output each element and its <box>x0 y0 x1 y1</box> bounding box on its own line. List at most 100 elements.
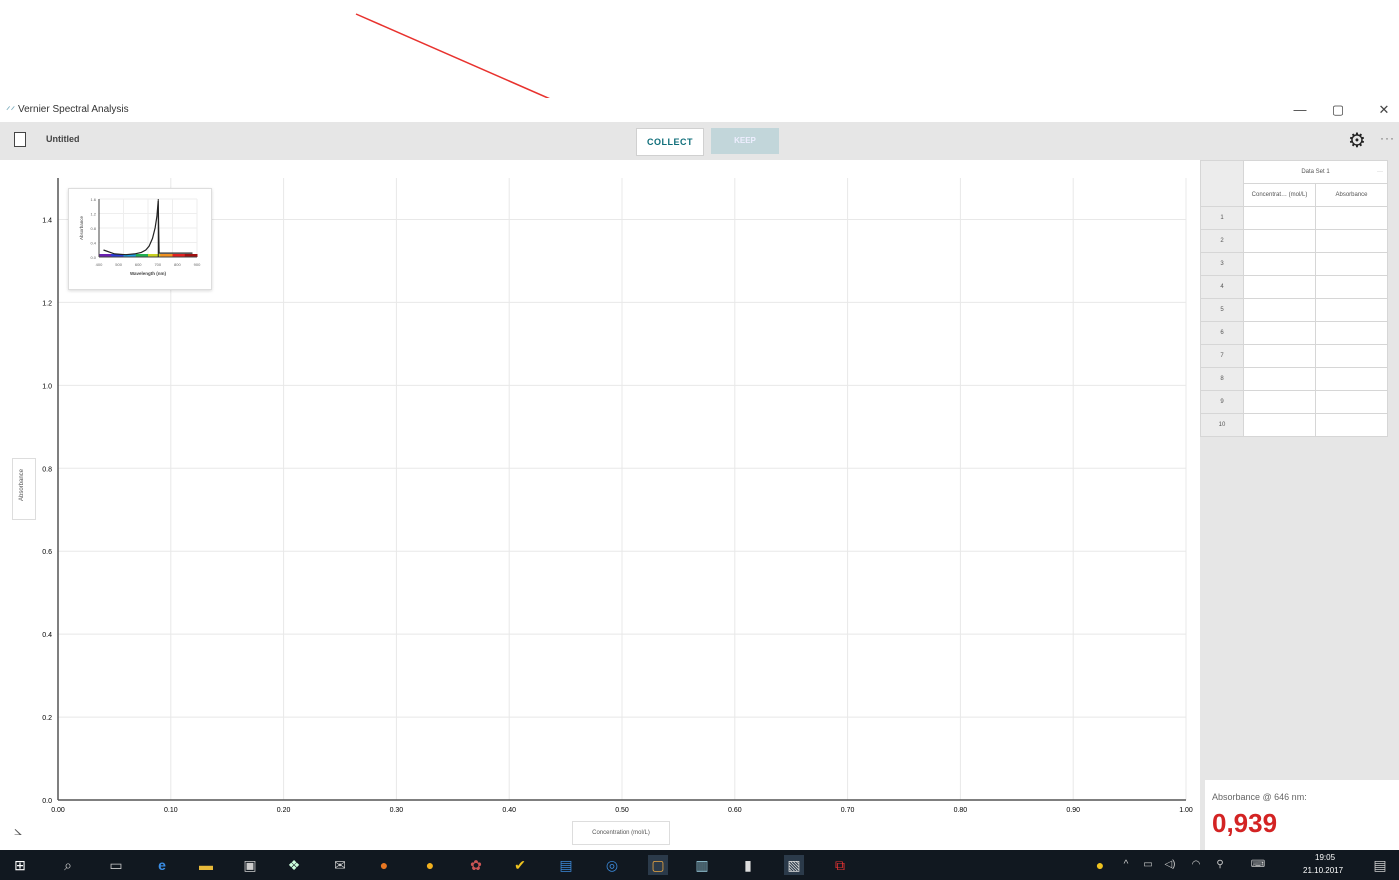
x-tick-label: 0.70 <box>841 807 855 814</box>
table-row[interactable]: 8 <box>1200 367 1388 391</box>
table-row[interactable]: 4 <box>1200 275 1388 299</box>
concentration-cell[interactable] <box>1243 252 1316 276</box>
absorbance-cell[interactable] <box>1315 367 1388 391</box>
x-axis-label[interactable]: Concentration (mol/L) <box>572 821 670 845</box>
y-tick-label: 0.0 <box>42 798 52 805</box>
chrome-icon[interactable]: ● <box>420 855 440 875</box>
y-tick-label: 0.4 <box>42 632 52 639</box>
close-button[interactable]: ✕ <box>1364 100 1399 120</box>
dataset-header[interactable]: Data Set 1 ··· <box>1243 160 1388 184</box>
table-row[interactable]: 6 <box>1200 321 1388 345</box>
table-row[interactable]: 10 <box>1200 413 1388 437</box>
tray-app-icon[interactable]: ● <box>1090 855 1110 875</box>
firefox-icon[interactable]: ● <box>374 855 394 875</box>
store-icon[interactable]: ▣ <box>240 855 260 875</box>
collect-button[interactable]: COLLECT <box>636 128 704 156</box>
y-tick-label: 1.4 <box>42 217 52 224</box>
mini-x-tick-label: 700 <box>154 262 161 267</box>
windows-start-icon[interactable]: ⊞ <box>10 855 30 875</box>
column-header-label: Concentrat… (mol/L) <box>1251 192 1308 198</box>
concentration-cell[interactable] <box>1243 298 1316 322</box>
keep-button[interactable]: KEEP <box>711 128 779 154</box>
absorbance-cell[interactable] <box>1315 344 1388 368</box>
notification-icon[interactable]: ▤ <box>1370 855 1390 875</box>
x-tick-label: 0.60 <box>728 807 742 814</box>
absorbance-cell[interactable] <box>1315 229 1388 253</box>
concentration-cell[interactable] <box>1243 275 1316 299</box>
minimize-button[interactable]: — <box>1280 100 1320 120</box>
column-header-label: Absorbance <box>1335 192 1368 198</box>
table-row[interactable]: 9 <box>1200 390 1388 414</box>
x-tick-label: 0.80 <box>954 807 968 814</box>
graph-tools-icon[interactable]: ⦣ <box>14 822 22 839</box>
mini-y-tick-label: 1.2 <box>90 212 96 217</box>
app-icon-3[interactable]: ◎ <box>602 855 622 875</box>
app-icon-4[interactable]: ▢ <box>648 855 668 875</box>
table-row[interactable]: 1 <box>1200 206 1388 230</box>
concentration-cell[interactable] <box>1243 413 1316 437</box>
column-header-absorbance[interactable]: Absorbance <box>1315 183 1388 207</box>
maximize-button[interactable]: ▢ <box>1318 100 1358 120</box>
app-icon-2[interactable]: ▤ <box>556 855 576 875</box>
file-name[interactable]: Untitled <box>46 134 80 144</box>
dataset-menu-icon[interactable]: ··· <box>1377 169 1383 175</box>
file-icon[interactable] <box>14 132 26 147</box>
column-header-concentration[interactable]: Concentrat… (mol/L) <box>1243 183 1316 207</box>
table-row[interactable]: 2 <box>1200 229 1388 253</box>
concentration-cell[interactable] <box>1243 321 1316 345</box>
search-icon[interactable]: ⌕ <box>58 855 78 875</box>
concentration-cell[interactable] <box>1243 206 1316 230</box>
norton-icon[interactable]: ✔ <box>510 855 530 875</box>
battery-icon[interactable]: ▭ <box>1138 855 1158 875</box>
absorbance-cell[interactable] <box>1315 298 1388 322</box>
absorbance-cell[interactable] <box>1315 206 1388 230</box>
more-options-icon[interactable]: ··· <box>1380 131 1395 145</box>
concentration-cell[interactable] <box>1243 367 1316 391</box>
spectral-analysis-taskbar-icon[interactable]: ▧ <box>784 855 804 875</box>
concentration-cell[interactable] <box>1243 229 1316 253</box>
mini-x-tick-label: 400 <box>96 262 103 267</box>
keyboard-icon[interactable]: ⌨ <box>1248 855 1268 875</box>
acrobat-icon[interactable]: ⧉ <box>830 855 850 875</box>
clock-time[interactable]: 19:05 <box>1315 853 1335 862</box>
spectrum-thumbnail[interactable]: 400 500 600 700 800 900 0.0 0.4 0.8 1.2 1.6 Wavelen… <box>68 188 212 290</box>
network-icon[interactable]: ⚲ <box>1210 855 1230 875</box>
table-row[interactable]: 3 <box>1200 252 1388 276</box>
task-view-icon[interactable]: ▭ <box>106 855 126 875</box>
absorbance-cell[interactable] <box>1315 413 1388 437</box>
file-explorer-icon[interactable]: ▬ <box>196 855 216 875</box>
absorbance-cell[interactable] <box>1315 321 1388 345</box>
absorbance-cell[interactable] <box>1315 252 1388 276</box>
x-tick-label: 0.90 <box>1066 807 1080 814</box>
edge-browser-icon[interactable]: e <box>152 855 172 875</box>
dropbox-icon[interactable]: ❖ <box>284 855 304 875</box>
row-number: 5 <box>1200 298 1244 322</box>
row-number: 2 <box>1200 229 1244 253</box>
mini-x-axis-label: Wavelength (nm) <box>130 271 167 276</box>
concentration-cell[interactable] <box>1243 344 1316 368</box>
meter-value: 0,939 <box>1212 808 1278 838</box>
document-icon[interactable]: ▮ <box>738 855 758 875</box>
mail-icon[interactable]: ✉ <box>330 855 350 875</box>
table-row[interactable]: 5 <box>1200 298 1388 322</box>
clock-date[interactable]: 21.10.2017 <box>1303 866 1343 875</box>
dataset-title: Data Set 1 <box>1301 169 1330 175</box>
tray-expand-icon[interactable]: ^ <box>1116 855 1136 875</box>
row-number: 10 <box>1200 413 1244 437</box>
app-icon-1[interactable]: ✿ <box>466 855 486 875</box>
data-table: Data Set 1 ··· Concentrat… (mol/L) Absor… <box>1200 160 1388 437</box>
app-icon-5[interactable]: ▥ <box>692 855 712 875</box>
x-tick-label: 1.00 <box>1179 807 1193 814</box>
absorbance-cell[interactable] <box>1315 390 1388 414</box>
gear-icon[interactable]: ⚙ <box>1348 128 1366 153</box>
row-number: 9 <box>1200 390 1244 414</box>
row-number: 3 <box>1200 252 1244 276</box>
row-number: 8 <box>1200 367 1244 391</box>
row-number: 7 <box>1200 344 1244 368</box>
table-row[interactable]: 7 <box>1200 344 1388 368</box>
wifi-icon[interactable]: ◠ <box>1186 855 1206 875</box>
absorbance-cell[interactable] <box>1315 275 1388 299</box>
volume-icon[interactable]: ◁) <box>1160 855 1180 875</box>
y-axis-label: Absorbance <box>19 468 25 502</box>
concentration-cell[interactable] <box>1243 390 1316 414</box>
